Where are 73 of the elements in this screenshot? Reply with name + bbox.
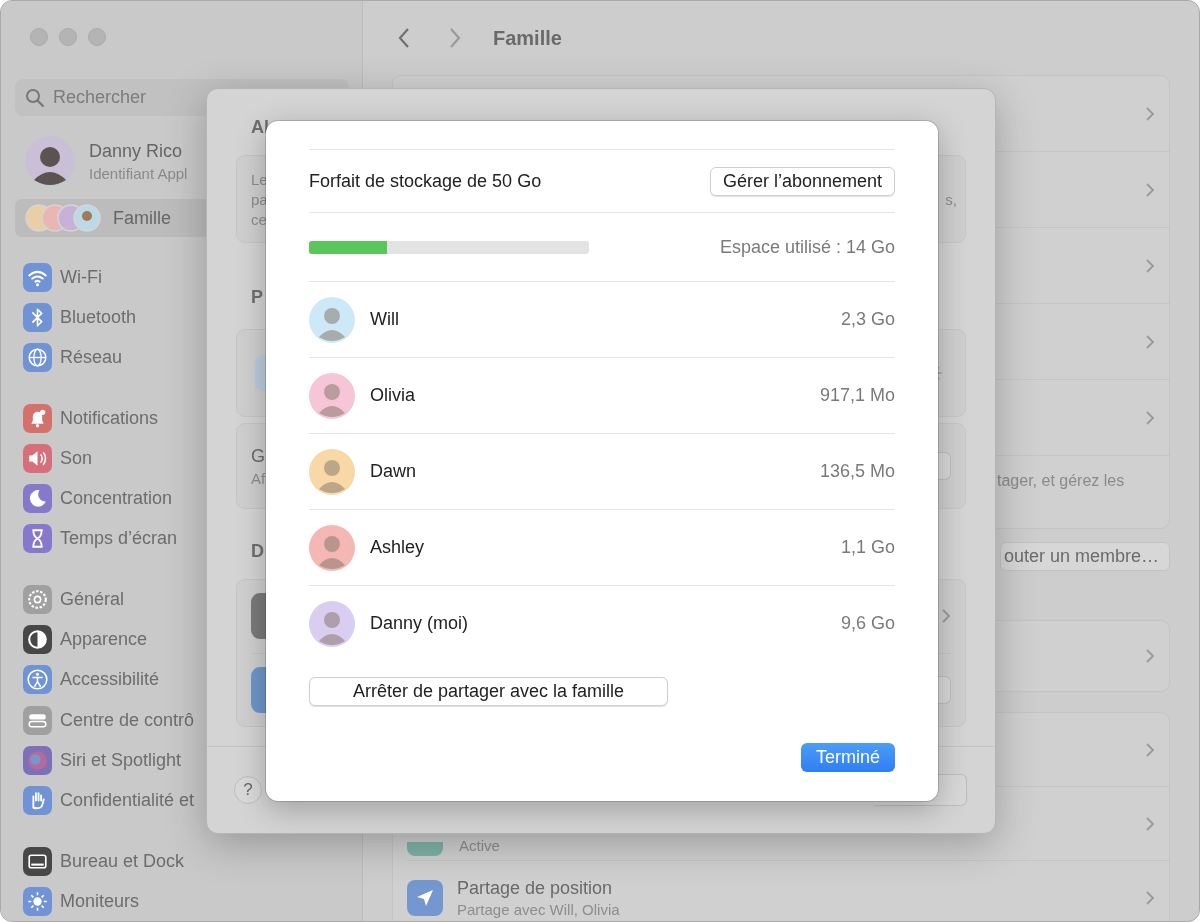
sidebar-item[interactable]: Réseau	[1, 337, 348, 378]
profile-subtitle: Identifiant Appl	[89, 164, 188, 182]
back-button[interactable]	[397, 26, 411, 50]
row-subtitle: Active	[459, 837, 500, 854]
chevron-icon[interactable]	[1145, 889, 1155, 906]
forward-button[interactable]	[448, 26, 462, 50]
row-subtitle: Partage avec Will, Olivia	[457, 900, 620, 918]
info-text: s,	[945, 190, 957, 208]
add-member-button[interactable]: outer un membre…	[999, 542, 1170, 571]
storage-size: 1,1 Go	[840, 537, 895, 558]
accessibility-icon	[23, 665, 52, 695]
info-text: ce	[251, 210, 268, 228]
app-icon	[251, 666, 267, 713]
app-icon	[407, 842, 443, 856]
sidebar-item[interactable]: Apparence	[1, 619, 348, 660]
storage-size: 9,6 Go	[840, 613, 895, 634]
speaker-icon	[23, 443, 52, 473]
member-name: Olivia	[370, 385, 415, 406]
chevron-icon[interactable]	[941, 608, 951, 625]
chevron-icon[interactable]	[1145, 648, 1155, 664]
storage-size: 917,1 Mo	[819, 385, 895, 406]
close-button[interactable]	[30, 28, 48, 46]
member-name: Ashley	[370, 537, 425, 558]
minimize-button[interactable]	[59, 28, 77, 46]
sidebar-item[interactable]: Général	[1, 579, 348, 620]
app-icon	[251, 593, 267, 640]
sidebar-item[interactable]: Bureau et Dock	[1, 840, 348, 882]
search-icon	[25, 88, 45, 108]
storage-size: 136,5 Mo	[819, 461, 895, 482]
description-text: tager, et gérez les	[997, 472, 1125, 490]
hourglass-icon	[23, 524, 52, 554]
wifi-icon	[23, 262, 52, 292]
section-heading: D	[251, 541, 264, 563]
gear-icon	[23, 584, 52, 614]
row-title: Partage de position	[457, 877, 614, 899]
profile-name[interactable]: Danny Rico	[89, 140, 188, 162]
stop-sharing-button[interactable]: Arrêter de partager avec la famille	[309, 677, 668, 706]
chevron-icon[interactable]	[1145, 815, 1155, 832]
done-button[interactable]: Terminé	[800, 743, 895, 772]
usage-label: Espace utilisé : 14 Go	[719, 236, 895, 258]
hand-icon	[23, 786, 52, 816]
chevron-icon[interactable]	[1145, 181, 1155, 198]
plan-label: Forfait de stockage de 50 Go	[309, 170, 542, 192]
toggles-icon	[23, 705, 52, 735]
zoom-button[interactable]	[88, 28, 106, 46]
sun-icon	[23, 886, 52, 916]
family-avatars-icon	[25, 204, 101, 232]
manage-subscription-button[interactable]: Gérer l’abonnement	[709, 166, 895, 196]
globe-icon	[23, 343, 52, 373]
bluetooth-icon	[23, 302, 52, 332]
moon-icon	[23, 484, 52, 514]
storage-size: 2,3 Go	[840, 309, 895, 330]
help-button[interactable]: ?	[234, 776, 262, 804]
row-title: G	[251, 445, 266, 467]
chevron-icon[interactable]	[1145, 257, 1155, 274]
page-title: Famille	[493, 26, 562, 50]
row-subtitle: Af	[251, 469, 266, 487]
chevron-icon[interactable]	[1145, 105, 1155, 122]
siri-icon	[23, 745, 52, 775]
avatar-icon	[25, 136, 75, 186]
chevron-icon[interactable]	[1145, 333, 1155, 350]
contrast-icon	[23, 625, 52, 654]
member-name: Will	[370, 309, 399, 330]
chevron-icon[interactable]	[1145, 409, 1155, 426]
member-name: Danny (moi)	[370, 613, 469, 634]
sidebar-item[interactable]: Moniteurs	[1, 881, 348, 921]
chevron-icon[interactable]	[1145, 741, 1155, 758]
sidebar-item[interactable]: Notifications	[1, 397, 348, 439]
member-name: Dawn	[370, 461, 417, 482]
section-heading: P	[251, 287, 263, 309]
dock-icon	[23, 846, 52, 876]
info-text: Le	[251, 170, 268, 188]
bell-icon	[23, 403, 52, 433]
